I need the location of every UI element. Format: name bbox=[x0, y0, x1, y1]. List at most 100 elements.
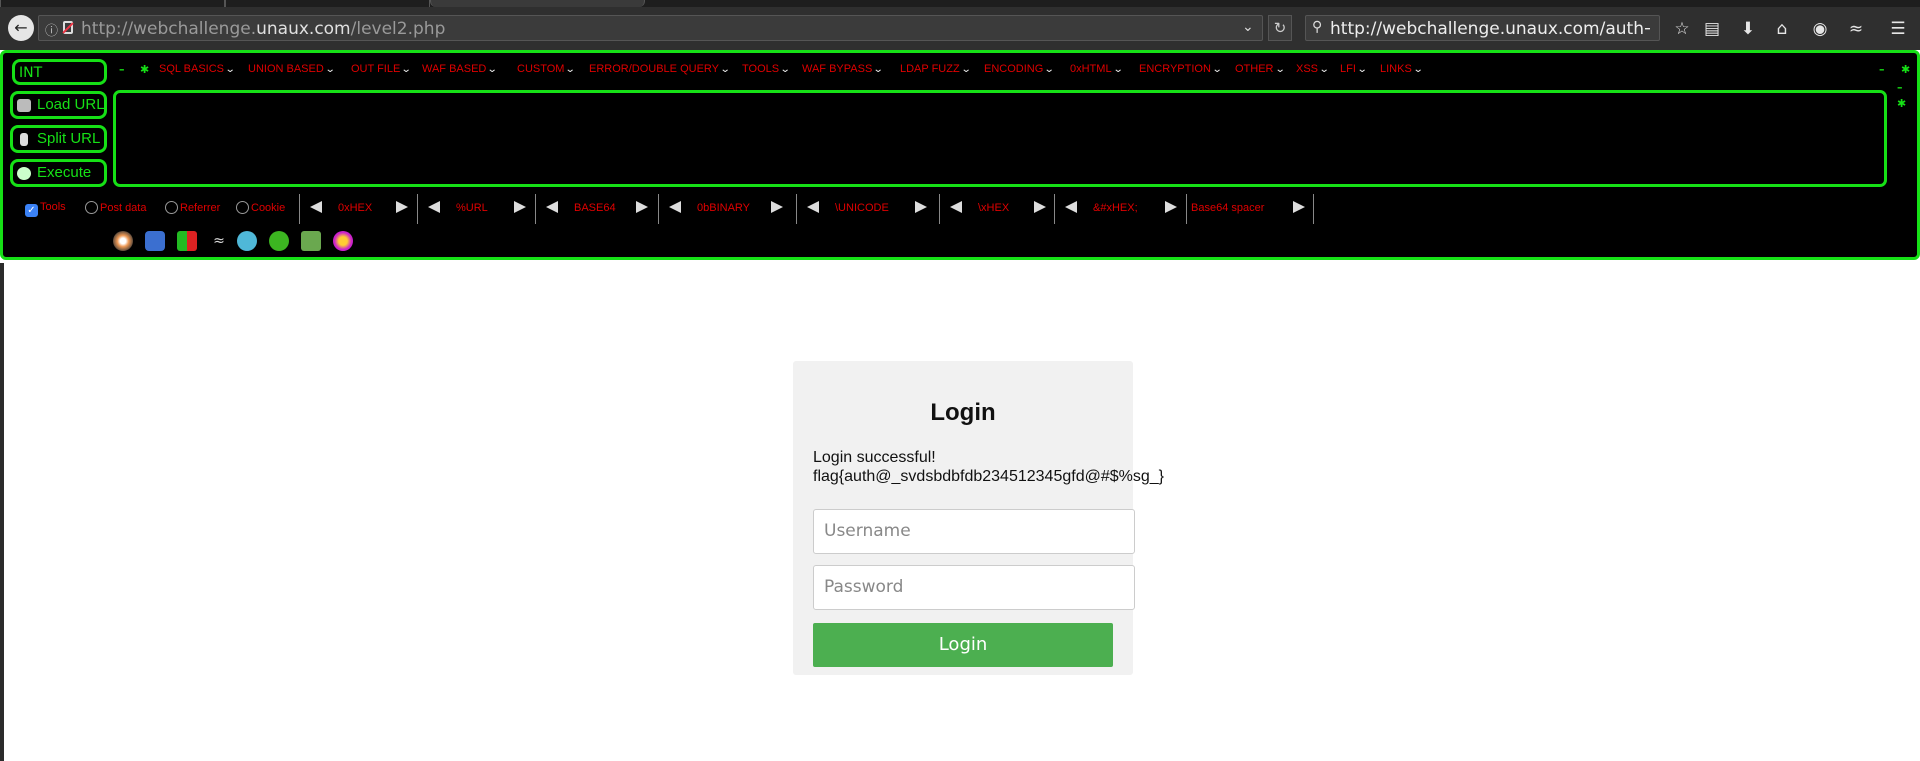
encode-arrow-icon[interactable] bbox=[396, 201, 410, 213]
menu-xss[interactable]: XSS⌄ bbox=[1296, 63, 1330, 75]
menu-0xhtml[interactable]: 0xHTML⌄ bbox=[1070, 63, 1124, 75]
encode-arrow-icon[interactable] bbox=[636, 201, 650, 213]
menu-hamburger-icon[interactable]: ☰ bbox=[1888, 19, 1908, 39]
encode-arrow-icon[interactable] bbox=[1165, 201, 1179, 213]
encode-arrow-icon[interactable] bbox=[771, 201, 785, 213]
plus-icon[interactable]: ✱ bbox=[140, 63, 149, 76]
chevron-down-icon[interactable]: ⌄ bbox=[1242, 19, 1254, 35]
encoder-label: &#xHEX; bbox=[1093, 202, 1138, 214]
encode-arrow-icon[interactable] bbox=[915, 201, 929, 213]
extension-circle-icon[interactable]: ◉ bbox=[1810, 19, 1830, 39]
encoder-label: %URL bbox=[456, 202, 488, 214]
tab-strip bbox=[0, 0, 1920, 7]
login-button[interactable]: Login bbox=[813, 623, 1113, 667]
menu-encoding[interactable]: ENCODING⌄ bbox=[984, 63, 1055, 75]
menu-sql-basics[interactable]: SQL BASICS⌄ bbox=[159, 63, 236, 75]
encoder-2: %URL bbox=[417, 194, 535, 224]
reading-list-icon[interactable]: ▤ bbox=[1702, 19, 1722, 39]
decode-arrow-icon[interactable] bbox=[1063, 201, 1077, 213]
menu-error-double-query[interactable]: ERROR/DOUBLE QUERY⌄ bbox=[589, 63, 731, 75]
execute-icon bbox=[17, 167, 31, 180]
download-icon[interactable]: ⬇ bbox=[1738, 19, 1758, 39]
minus-icon[interactable]: – bbox=[119, 63, 125, 76]
pink-circle-icon[interactable] bbox=[333, 231, 353, 251]
menu-union-based[interactable]: UNION BASED⌄ bbox=[248, 63, 336, 75]
checkbox-checked-icon[interactable]: ✓ bbox=[25, 204, 38, 217]
chevron-down-icon: ⌄ bbox=[779, 64, 791, 75]
decode-arrow-icon[interactable] bbox=[308, 201, 322, 213]
green-puzzle-icon[interactable] bbox=[301, 231, 321, 251]
chevron-down-icon: ⌄ bbox=[1356, 64, 1368, 75]
tab-active[interactable] bbox=[430, 0, 645, 7]
wave-icon[interactable]: ≈ bbox=[209, 231, 229, 251]
chevron-down-icon: ⌄ bbox=[324, 64, 336, 75]
load-url-icon bbox=[17, 99, 31, 112]
checkbox-empty-icon[interactable] bbox=[236, 201, 249, 214]
encode-arrow-icon[interactable] bbox=[1034, 201, 1048, 213]
lock-icon[interactable] bbox=[237, 231, 257, 251]
checkbox-post-data[interactable]: Post data bbox=[85, 201, 146, 214]
checkbox-empty-icon[interactable] bbox=[165, 201, 178, 214]
tab[interactable] bbox=[225, 0, 430, 7]
login-title: Login bbox=[930, 399, 996, 426]
chevron-down-icon: ⌄ bbox=[873, 64, 884, 75]
encoder-label: Base64 spacer bbox=[1191, 202, 1265, 214]
encoder-1: 0xHEX bbox=[299, 194, 417, 224]
bookmark-star-icon[interactable]: ☆ bbox=[1672, 19, 1692, 39]
login-card: Login Login successful! flag{auth@_svdsb… bbox=[793, 361, 1164, 675]
encoder-3: BASE64 bbox=[535, 194, 658, 224]
home-icon[interactable]: ⌂ bbox=[1772, 19, 1792, 39]
puzzle-icon[interactable] bbox=[145, 231, 165, 251]
decode-arrow-icon[interactable] bbox=[667, 201, 681, 213]
minus-icon[interactable]: – bbox=[1879, 63, 1885, 76]
encoder-label: 0bBINARY bbox=[697, 202, 750, 214]
green-circle-icon[interactable] bbox=[269, 231, 289, 251]
encoder-8: Base64 spacer bbox=[1186, 194, 1313, 224]
menu-waf-bypass[interactable]: WAF BYPASS⌄ bbox=[802, 63, 884, 75]
tab[interactable] bbox=[0, 0, 225, 7]
reload-icon[interactable]: ↻ bbox=[1268, 15, 1292, 41]
menu-waf-based[interactable]: WAF BASED⌄ bbox=[422, 63, 498, 75]
encode-arrow-icon[interactable] bbox=[514, 201, 528, 213]
plus-icon[interactable]: ✱ bbox=[1897, 97, 1906, 110]
encode-arrow-icon[interactable] bbox=[1293, 201, 1307, 213]
decode-arrow-icon[interactable] bbox=[544, 201, 558, 213]
menu-links[interactable]: LINKS⌄ bbox=[1380, 63, 1423, 75]
decode-arrow-icon[interactable] bbox=[805, 201, 819, 213]
menu-ldap-fuzz[interactable]: LDAP FUZZ⌄ bbox=[900, 63, 971, 75]
execute-button[interactable]: Execute bbox=[10, 159, 107, 187]
menu-out-file[interactable]: OUT FILE⌄ bbox=[351, 63, 412, 75]
insecure-lock-icon[interactable] bbox=[63, 21, 73, 34]
encoder-label: \UNICODE bbox=[835, 202, 889, 214]
password-input[interactable]: Password bbox=[813, 565, 1135, 610]
load-url-button[interactable]: Load URL bbox=[10, 91, 107, 119]
hackbar-toggle-icon[interactable]: ≈ bbox=[1846, 19, 1866, 39]
menu-tools[interactable]: TOOLS⌄ bbox=[742, 63, 791, 75]
chevron-down-icon: ⌄ bbox=[1044, 64, 1055, 75]
int-select[interactable]: INT bbox=[12, 59, 107, 85]
split-url-button[interactable]: Split URL bbox=[10, 125, 107, 153]
chevron-down-icon: ⌄ bbox=[401, 64, 412, 75]
username-input[interactable]: Username bbox=[813, 509, 1135, 554]
checkbox-referrer[interactable]: Referrer bbox=[165, 201, 220, 214]
back-icon[interactable]: ← bbox=[8, 15, 34, 41]
url-bar[interactable]: ⓘ http://webchallenge.unaux.com/level2.p… bbox=[38, 15, 1263, 41]
url-text[interactable]: http://webchallenge.unaux.com/level2.php bbox=[81, 19, 445, 39]
url-textarea[interactable] bbox=[113, 90, 1887, 187]
plus-icon[interactable]: ✱ bbox=[1901, 63, 1910, 76]
ninja-icon[interactable] bbox=[113, 231, 133, 251]
swap-icon[interactable] bbox=[177, 231, 197, 251]
minus-icon[interactable]: – bbox=[1897, 81, 1903, 94]
decode-arrow-icon[interactable] bbox=[948, 201, 962, 213]
menu-other[interactable]: OTHER⌄ bbox=[1235, 63, 1285, 75]
decode-arrow-icon[interactable] bbox=[426, 201, 440, 213]
checkbox-cookie[interactable]: Cookie bbox=[236, 201, 285, 214]
info-icon[interactable]: ⓘ bbox=[45, 20, 58, 39]
menu-encryption[interactable]: ENCRYPTION⌄ bbox=[1139, 63, 1223, 75]
checkbox-tools[interactable]: ✓ Tools bbox=[25, 201, 66, 217]
checkbox-empty-icon[interactable] bbox=[85, 201, 98, 214]
menu-lfi[interactable]: LFI⌄ bbox=[1340, 63, 1368, 75]
menu-custom[interactable]: CUSTOM⌄ bbox=[517, 63, 576, 75]
chevron-down-icon: ⌄ bbox=[1112, 64, 1124, 75]
search-bar[interactable]: ⚲ http://webchallenge.unaux.com/auth→ bbox=[1305, 15, 1660, 41]
